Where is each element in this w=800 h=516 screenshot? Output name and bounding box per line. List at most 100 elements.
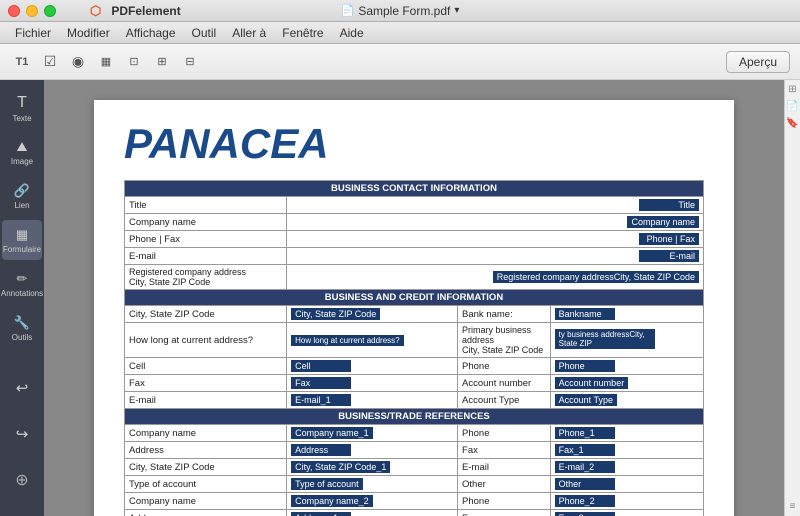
toolbar: T1 ☑ ◉ ▦ ⊡ ⊞ ⊟ Aperçu [0,44,800,80]
table-row: City, State ZIP Code City, State ZIP Cod… [125,306,704,323]
input-ref-phone-1[interactable]: Phone_1 [555,427,615,439]
input-cell[interactable]: Cell [291,360,351,372]
field-ref-phone-1[interactable]: Phone_1 [550,425,703,442]
input-ref-company-2[interactable]: Company name_2 [291,495,373,507]
redo-icon: ↪ [16,425,29,443]
field-ref-fax-1[interactable]: Fax_1 [550,442,703,459]
input-account-number[interactable]: Account number [555,377,629,389]
minimize-button[interactable] [26,5,38,17]
menu-fenetre[interactable]: Fenêtre [275,24,330,42]
menu-outil[interactable]: Outil [185,24,224,42]
sidebar-item-outils[interactable]: 🔧 Outils [2,308,42,348]
label-email-1: E-mail [125,248,287,265]
input-ref-fax-1[interactable]: Fax_1 [555,444,615,456]
field-ref-company-2[interactable]: Company name_2 [287,493,458,510]
apercu-button[interactable]: Aperçu [726,51,790,73]
input-ref-email-1[interactable]: E-mail_2 [555,461,615,473]
app-name-label: PDFelement [111,4,180,18]
field-city-zip-1[interactable]: City, State ZIP Code [287,306,458,323]
input-city-zip-1[interactable]: City, State ZIP Code [291,308,380,320]
field-account-type[interactable]: Account Type [550,392,703,409]
sidebar-item-texte[interactable]: T Texte [2,88,42,128]
content-area[interactable]: PANACEA BUSINESS CONTACT INFORMATION Tit… [44,80,784,516]
right-panel-page-icon[interactable]: 📄 [786,101,798,112]
file-dropdown-icon[interactable]: ▾ [454,5,459,16]
field-ref-address-2[interactable]: Address_1 [287,510,458,516]
input-bank-name[interactable]: Bankname [555,308,615,320]
input-ref-fax-2[interactable]: Fax_2 [555,512,615,516]
input-email-1[interactable]: E-mail [639,250,699,262]
sidebar-item-image[interactable]: ⛰ Image [2,132,42,172]
field-cell[interactable]: Cell [287,358,458,375]
layout-icon[interactable]: ⊟ [178,50,202,74]
menu-aller-a[interactable]: Aller à [225,24,273,42]
input-ref-address-2[interactable]: Address_1 [291,512,351,516]
radio-icon[interactable]: ◉ [66,50,90,74]
field-bank-name[interactable]: Bankname [550,306,703,323]
table-icon[interactable]: ▦ [94,50,118,74]
input-type-account[interactable]: Type of account [291,478,363,490]
field-type-account[interactable]: Type of account [287,476,458,493]
right-panel-grid-icon[interactable]: ⊞ [788,84,796,95]
right-panel-bookmark-icon[interactable]: 🔖 [786,118,798,129]
sidebar-item-annotations[interactable]: ✏ Annotations [2,264,42,304]
table-row: E-mail E-mail_1 Account Type Account Typ… [125,392,704,409]
field-primary-address[interactable]: ty business addressCity, State ZIP [550,323,703,358]
sidebar-item-lien[interactable]: 🔗 Lien [2,176,42,216]
input-title[interactable]: Title [639,199,699,211]
input-fax-2[interactable]: Fax [291,377,351,389]
field-ref-city-1[interactable]: City, State ZIP Code_1 [287,459,458,476]
input-ref-address-1[interactable]: Address [291,444,351,456]
field-phone-2[interactable]: Phone [550,358,703,375]
label-company-name: Company name [125,214,287,231]
field-reg-address[interactable]: Registered company addressCity, State ZI… [287,265,704,290]
label-city-zip-1: City, State ZIP Code [125,306,287,323]
field-email-2[interactable]: E-mail_1 [287,392,458,409]
input-ref-phone-2[interactable]: Phone_2 [555,495,615,507]
field-ref-phone-2[interactable]: Phone_2 [550,493,703,510]
section-header-row: BUSINESS CONTACT INFORMATION [125,181,704,197]
field-title[interactable]: Title [287,197,704,214]
input-email-2[interactable]: E-mail_1 [291,394,351,406]
input-phone-fax[interactable]: Phone | Fax [639,233,699,245]
field-phone-fax[interactable]: Phone | Fax [287,231,704,248]
input-primary-address[interactable]: ty business addressCity, State ZIP [555,329,655,349]
sidebar-item-formulaire[interactable]: ▦ Formulaire [2,220,42,260]
grid-icon[interactable]: ⊞ [150,50,174,74]
input-company-name[interactable]: Company name [627,216,699,228]
input-other[interactable]: Other [555,478,615,490]
menu-affichage[interactable]: Affichage [119,24,183,42]
input-account-type[interactable]: Account Type [555,394,617,406]
maximize-button[interactable] [44,5,56,17]
field-email-1[interactable]: E-mail [287,248,704,265]
menu-fichier[interactable]: Fichier [8,24,58,42]
input-how-long[interactable]: How long at current address? [291,335,404,346]
table-row: Address Address Fax Fax_1 [125,442,704,459]
checkbox-icon[interactable]: ☑ [38,50,62,74]
field-ref-fax-2[interactable]: Fax_2 [550,510,703,516]
sidebar-add[interactable]: ⊕ [2,460,42,500]
field-ref-address-1[interactable]: Address [287,442,458,459]
sidebar-undo[interactable]: ↩ [2,368,42,408]
text-tool-icon[interactable]: T1 [10,50,34,74]
field-company-name[interactable]: Company name [287,214,704,231]
input-phone-2[interactable]: Phone [555,360,615,372]
input-ref-city-1[interactable]: City, State ZIP Code_1 [291,461,390,473]
field-how-long[interactable]: How long at current address? [287,323,458,358]
menu-aide[interactable]: Aide [333,24,371,42]
sidebar-bottom: ↩ ↪ ⊕ [2,368,42,508]
menu-modifier[interactable]: Modifier [60,24,117,42]
close-button[interactable] [8,5,20,17]
field-fax-2[interactable]: Fax [287,375,458,392]
field-other[interactable]: Other [550,476,703,493]
sidebar-redo[interactable]: ↪ [2,414,42,454]
field-account-number[interactable]: Account number [550,375,703,392]
field-ref-email-1[interactable]: E-mail_2 [550,459,703,476]
input-ref-company-1[interactable]: Company name_1 [291,427,373,439]
table-row: E-mail E-mail [125,248,704,265]
right-panel-scroll-icon[interactable]: ≡ [790,501,796,512]
input-reg-address[interactable]: Registered company addressCity, State ZI… [493,271,699,283]
field-icon[interactable]: ⊡ [122,50,146,74]
field-ref-company-1[interactable]: Company name_1 [287,425,458,442]
sidebar-label-image: Image [11,157,33,166]
